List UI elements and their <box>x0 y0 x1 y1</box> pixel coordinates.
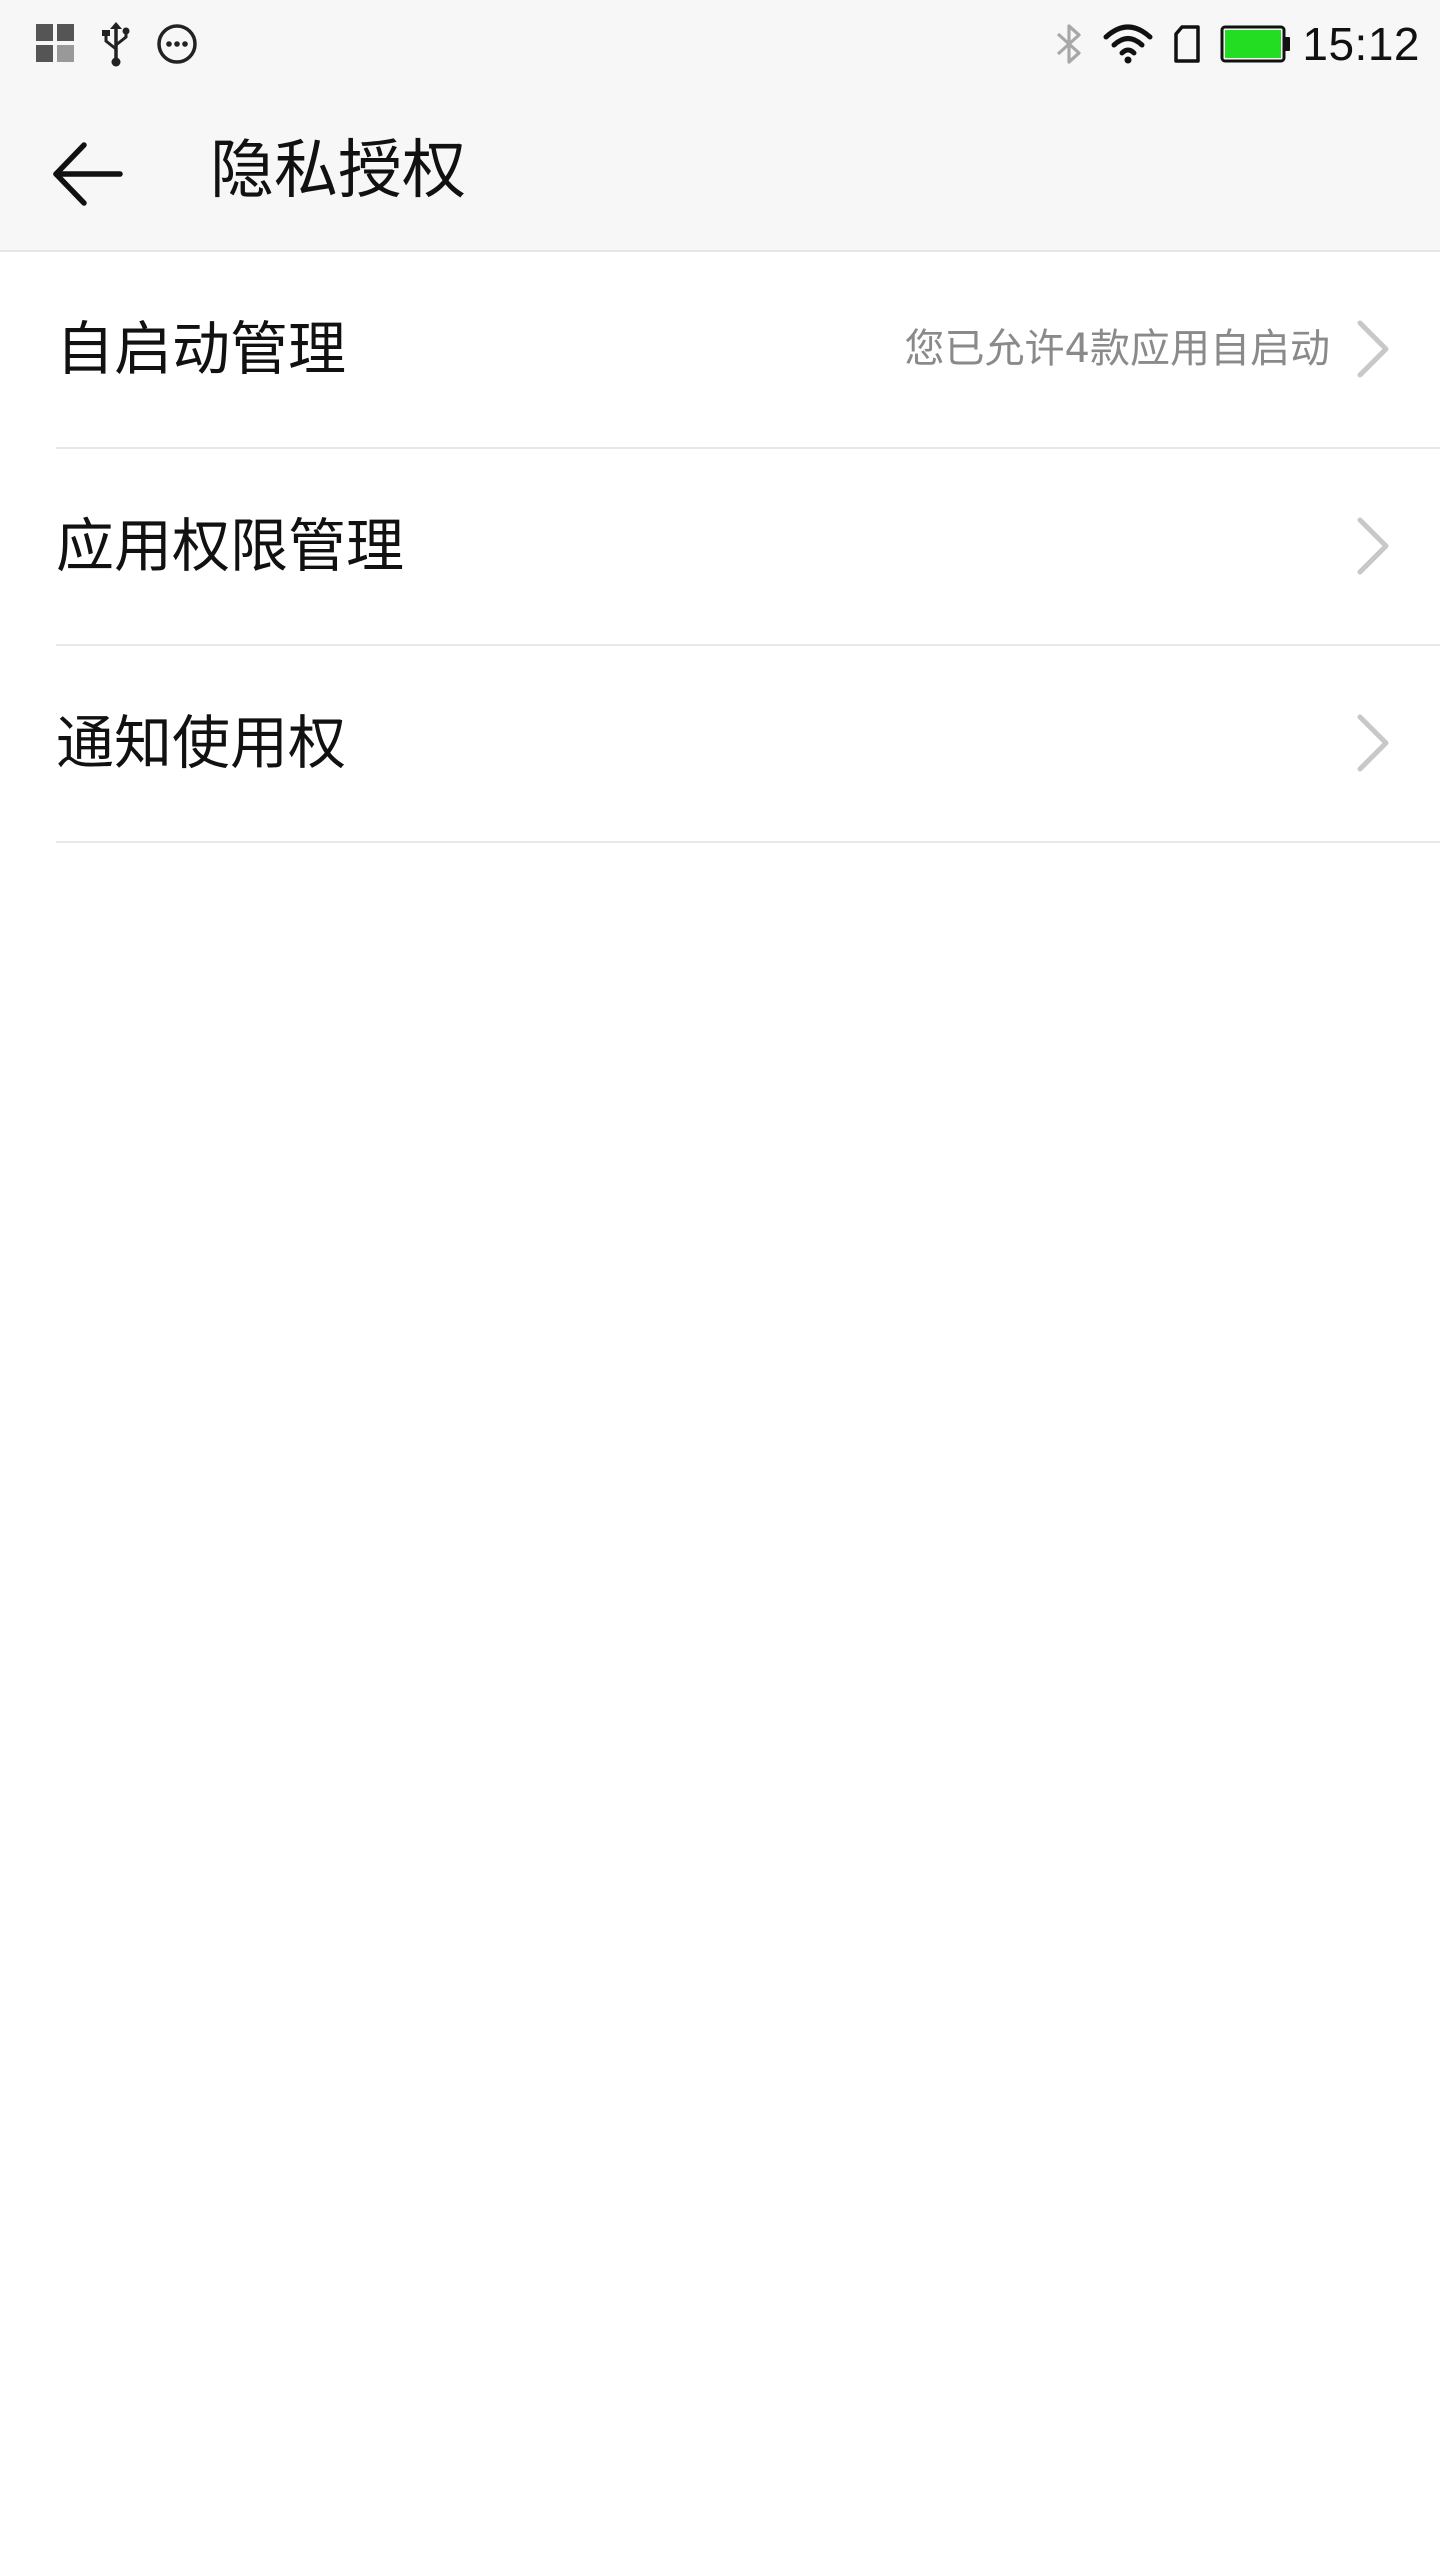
chevron-right-icon <box>1357 517 1389 575</box>
menu-item-detail: 您已允许4款应用自启动 <box>904 326 1330 372</box>
bluetooth-icon <box>1054 21 1084 67</box>
menu-item-app-permissions[interactable]: 应用权限管理 <box>56 449 1440 646</box>
chevron-right-icon <box>1357 320 1389 378</box>
usb-icon <box>98 21 134 67</box>
menu-item-label: 自启动管理 <box>56 315 347 383</box>
menu-item-auto-start[interactable]: 自启动管理 您已允许4款应用自启动 <box>56 252 1440 449</box>
battery-fill <box>1225 30 1282 58</box>
chevron-right-icon <box>1357 714 1389 772</box>
back-button[interactable] <box>40 126 136 222</box>
menu-item-label: 应用权限管理 <box>56 512 405 580</box>
status-bar-right: 15:12 <box>1036 12 1420 76</box>
sim-card-icon <box>1172 24 1202 64</box>
more-circle-icon <box>156 23 198 65</box>
settings-list: 自启动管理 您已允许4款应用自启动 应用权限管理 通知使用权 <box>0 252 1440 843</box>
page-title: 隐私授权 <box>210 134 466 208</box>
status-bar-left <box>36 20 220 68</box>
status-bar: 15:12 <box>0 0 1440 88</box>
battery-icon <box>1220 24 1292 64</box>
menu-item-label: 通知使用权 <box>56 709 347 777</box>
wifi-icon <box>1102 23 1154 65</box>
app-grid-icon <box>36 24 76 64</box>
status-time: 15:12 <box>1302 18 1420 70</box>
menu-item-notification-access[interactable]: 通知使用权 <box>56 646 1440 843</box>
arrow-left-icon <box>53 142 123 206</box>
app-bar: 隐私授权 <box>0 88 1440 252</box>
